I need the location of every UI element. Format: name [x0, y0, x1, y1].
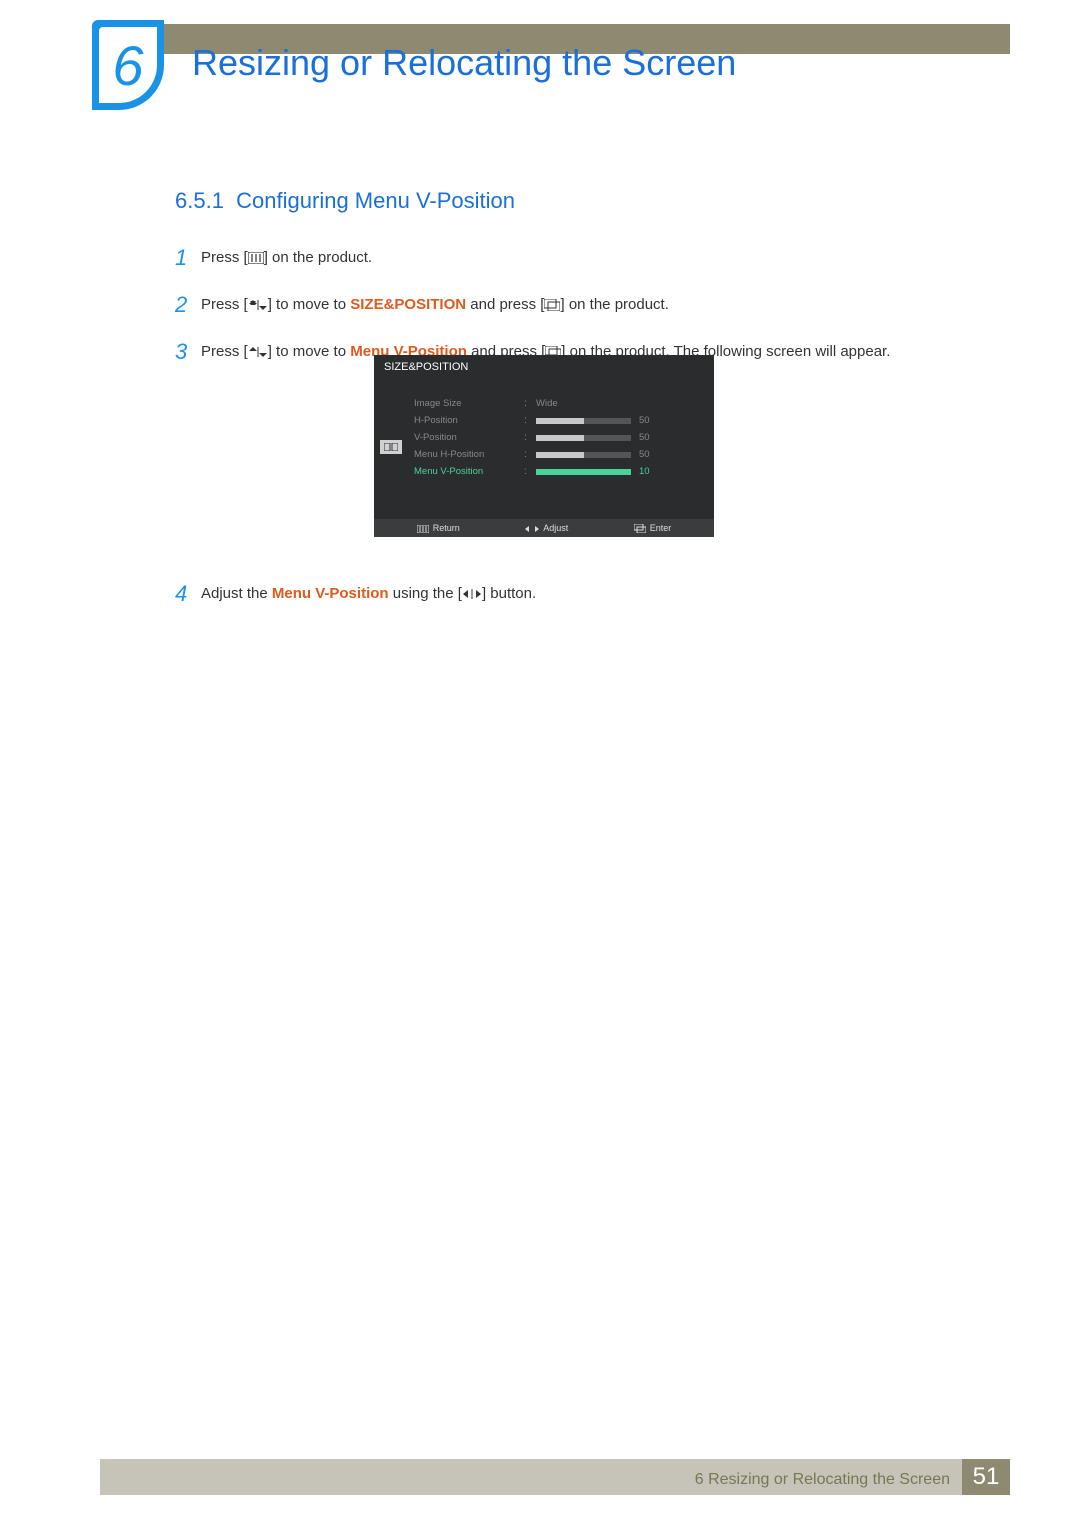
section-title-text: Configuring Menu V-Position: [236, 188, 515, 213]
osd-enter: Enter: [634, 523, 672, 533]
osd-panel: SIZE&POSITION Image Size : Wide H-Positi…: [374, 355, 714, 537]
enter-icon: [544, 293, 560, 317]
osd-slider: [536, 452, 631, 458]
page-number: 51: [962, 1459, 1010, 1495]
chapter-number: 6: [99, 27, 157, 103]
step-4: 4 Adjust the Menu V-Position using the […: [175, 576, 980, 611]
footer-text: 6 Resizing or Relocating the Screen: [695, 1471, 950, 1489]
osd-rows: Image Size : Wide H-Position : 50 V-Posi…: [374, 379, 714, 480]
osd-footer: Return Adjust Enter: [374, 519, 714, 537]
emphasis: Menu V-Position: [272, 585, 389, 602]
step-number: 1: [175, 240, 201, 275]
step-text: Adjust the Menu V-Position using the [] …: [201, 576, 536, 611]
osd-slider: [536, 435, 631, 441]
menu-icon: [248, 246, 264, 270]
enter-icon: [634, 523, 646, 533]
osd-title: SIZE&POSITION: [374, 355, 714, 379]
osd-adjust: Adjust: [525, 523, 568, 533]
osd-row-v-position: V-Position : 50: [414, 429, 714, 446]
osd-category-icon: [380, 440, 402, 454]
section-number: 6.5.1: [175, 188, 224, 213]
up-down-icon: [248, 293, 268, 317]
osd-row-menu-v-position: Menu V-Position : 10: [414, 463, 714, 480]
osd-row-h-position: H-Position : 50: [414, 412, 714, 429]
left-right-icon: [525, 523, 539, 533]
osd-return: Return: [417, 523, 460, 533]
osd-slider: [536, 418, 631, 424]
osd-row-menu-h-position: Menu H-Position : 50: [414, 446, 714, 463]
chapter-badge: 6: [92, 20, 164, 110]
emphasis: SIZE&POSITION: [350, 296, 466, 313]
page-title: Resizing or Relocating the Screen: [192, 42, 736, 84]
step-2: 2 Press [] to move to SIZE&POSITION and …: [175, 287, 980, 322]
menu-icon: [417, 523, 429, 533]
osd-row-image-size: Image Size : Wide: [414, 395, 714, 412]
section-heading: 6.5.1 Configuring Menu V-Position: [175, 188, 515, 214]
step-number: 3: [175, 334, 201, 369]
step-1: 1 Press [] on the product.: [175, 240, 980, 275]
step-text: Press [] on the product.: [201, 240, 372, 275]
osd-slider: [536, 469, 631, 475]
step-text: Press [] to move to SIZE&POSITION and pr…: [201, 287, 669, 322]
step-number: 4: [175, 576, 201, 611]
left-right-icon: [462, 582, 482, 606]
step-number: 2: [175, 287, 201, 322]
up-down-icon: [248, 340, 268, 364]
